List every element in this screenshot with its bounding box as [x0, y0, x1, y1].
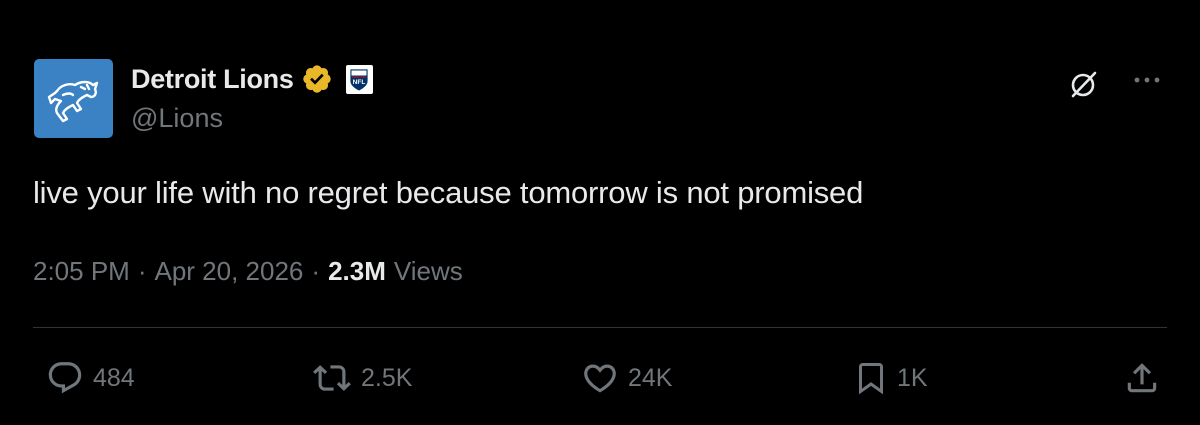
- verified-badge-icon[interactable]: [300, 62, 334, 96]
- author-name-row: Detroit Lions NFL: [131, 60, 373, 98]
- tweet-time[interactable]: 2:05 PM: [33, 256, 130, 287]
- retweet-icon: [313, 365, 351, 391]
- meta-separator: ·: [311, 256, 321, 286]
- bookmark-count: 1K: [897, 363, 928, 392]
- share-button[interactable]: [1123, 359, 1161, 397]
- bookmark-icon: [859, 363, 883, 395]
- retweet-count: 2.5K: [361, 363, 413, 392]
- reply-count: 484: [93, 363, 135, 392]
- author-display-name[interactable]: Detroit Lions: [131, 64, 294, 95]
- like-count: 24K: [628, 363, 673, 392]
- meta-separator: ·: [137, 256, 147, 286]
- reply-button[interactable]: 484: [45, 359, 135, 397]
- share-icon: [1127, 363, 1157, 393]
- nfl-affiliate-badge-icon[interactable]: NFL: [345, 64, 373, 94]
- author-handle[interactable]: @Lions: [131, 103, 223, 134]
- divider: [33, 327, 1167, 328]
- reply-icon: [48, 362, 82, 394]
- tweet-card: Detroit Lions NFL @Lions live your life …: [0, 0, 1200, 425]
- more-icon[interactable]: [1130, 66, 1164, 94]
- retweet-button[interactable]: 2.5K: [311, 359, 412, 397]
- avatar[interactable]: [34, 59, 113, 138]
- heart-icon: [584, 364, 616, 393]
- lions-logo-icon: [47, 80, 98, 122]
- views-count[interactable]: 2.3M: [328, 256, 386, 287]
- like-button[interactable]: 24K: [580, 359, 672, 397]
- svg-text:NFL: NFL: [353, 79, 366, 86]
- tweet-meta: 2:05 PM · Apr 20, 2026 · 2.3M Views: [33, 256, 463, 287]
- grok-icon[interactable]: [1068, 68, 1100, 100]
- tweet-text: live your life with no regret because to…: [33, 175, 864, 210]
- views-label[interactable]: Views: [394, 256, 463, 287]
- tweet-date[interactable]: Apr 20, 2026: [155, 256, 304, 287]
- bookmark-button[interactable]: 1K: [853, 359, 928, 397]
